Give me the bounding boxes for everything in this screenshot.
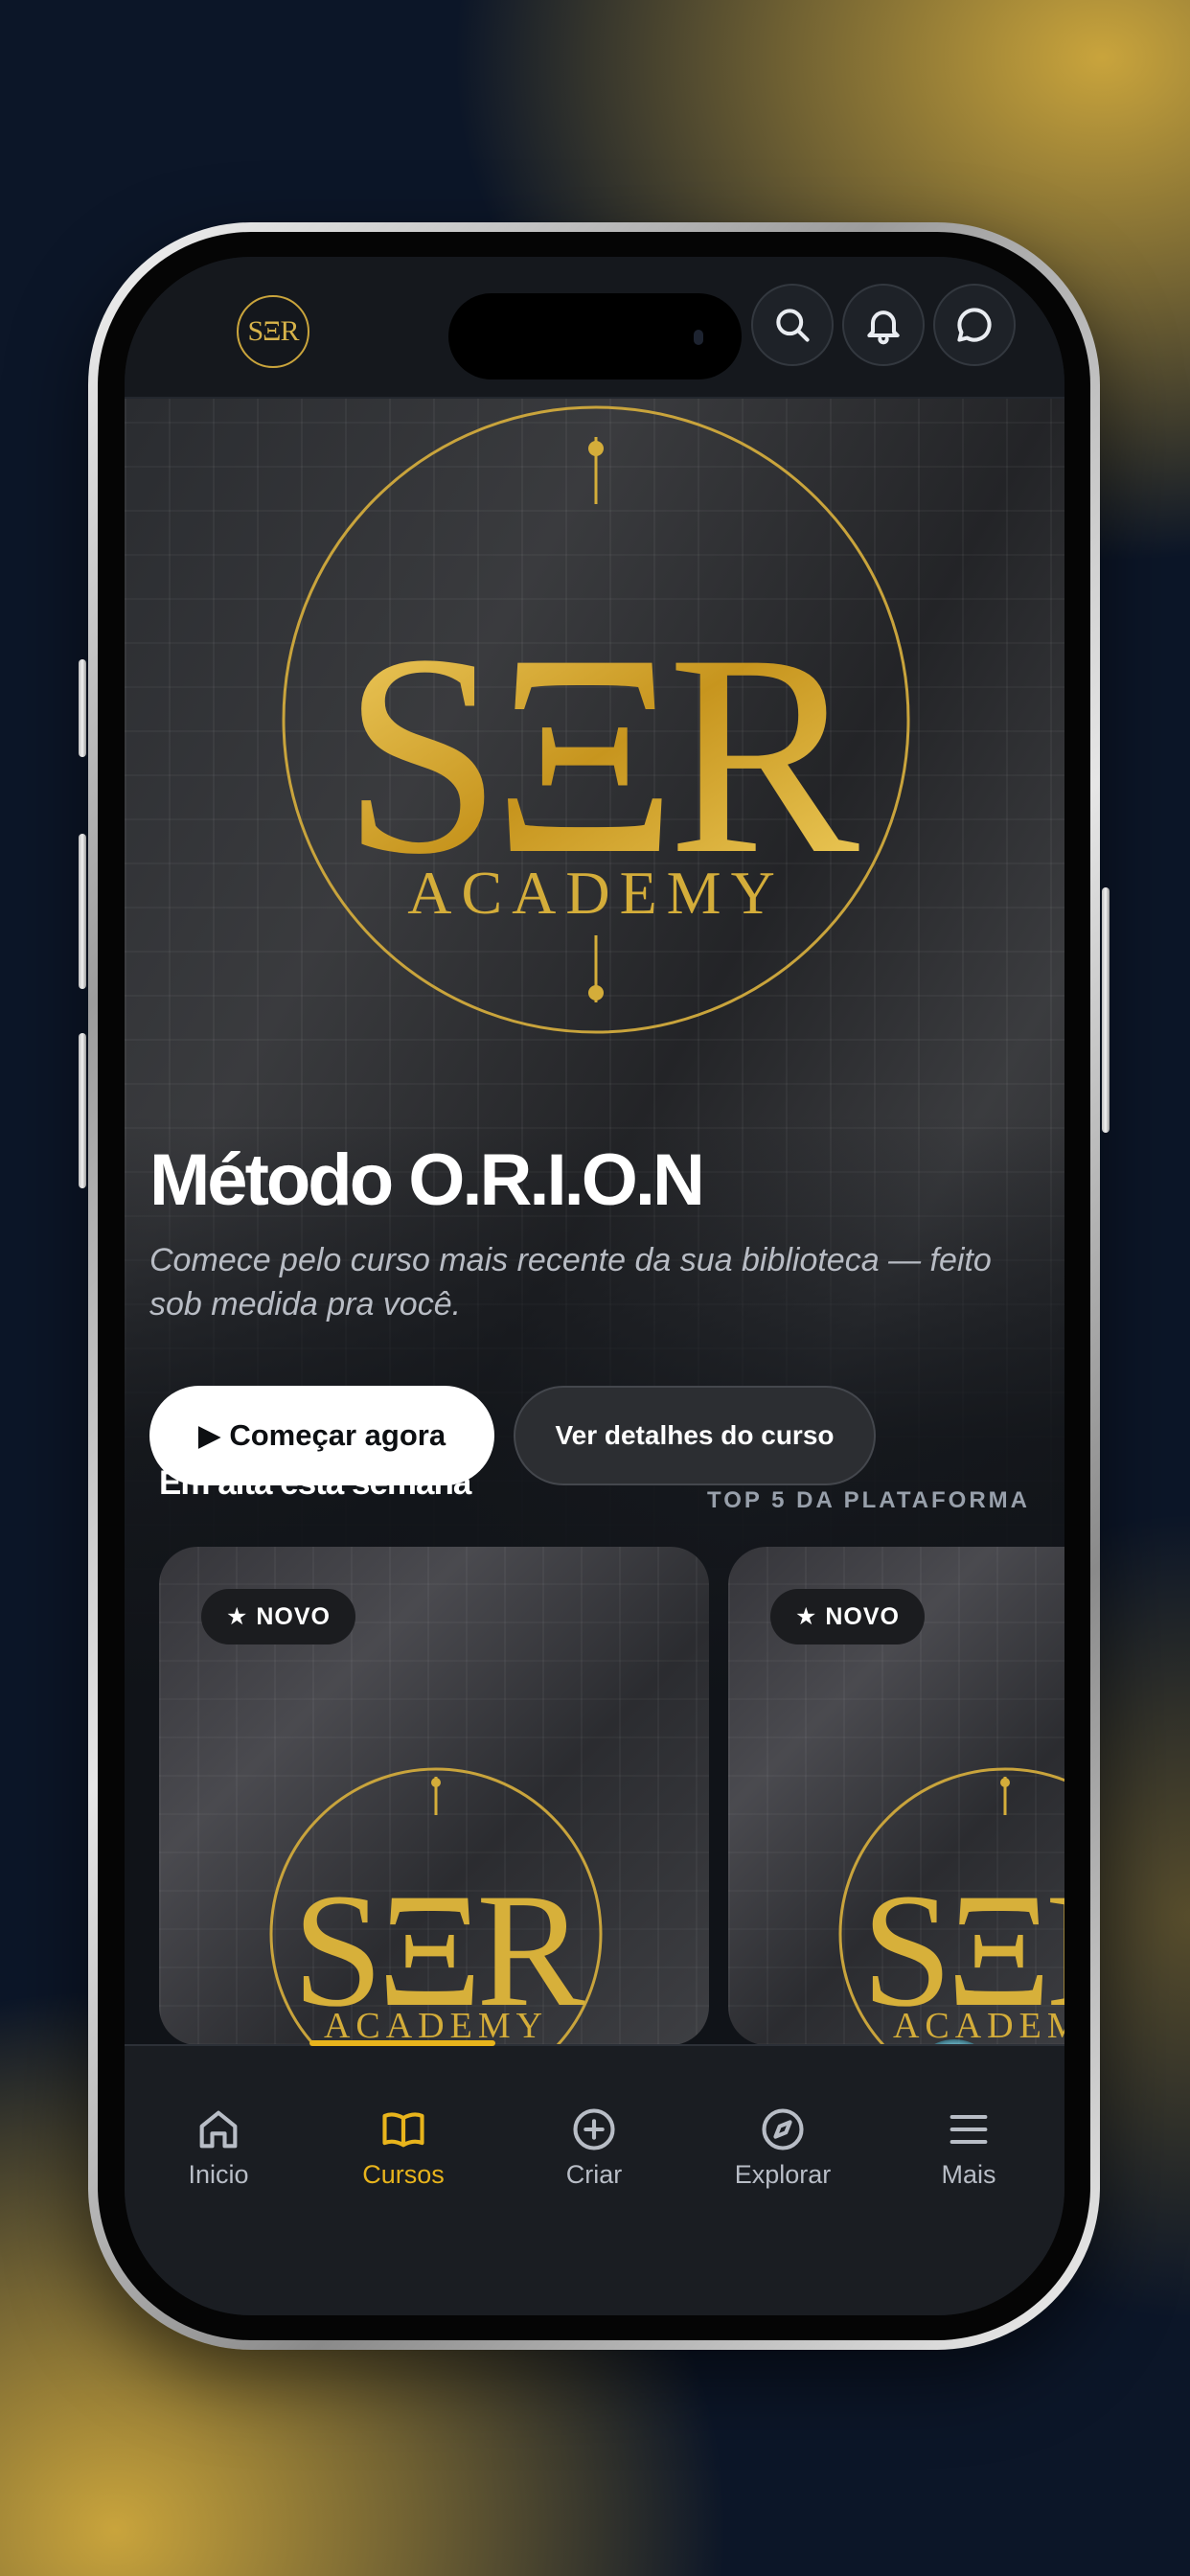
messages-button[interactable] xyxy=(933,284,1016,366)
bottom-tab-bar: Inicio Cursos Criar Explorar Mais xyxy=(125,2040,1064,2315)
tab-label: Mais xyxy=(941,2160,996,2189)
course-title: Método O.R.I.O.N xyxy=(149,1139,705,1221)
volume-up-button xyxy=(79,834,86,989)
tab-cursos[interactable]: Cursos xyxy=(309,2046,497,2190)
tab-label: Explorar xyxy=(734,2160,832,2189)
hero-academy-logo: SΞR ACADEMY xyxy=(282,405,910,1034)
course-card[interactable]: ★ NOVO SΞR ACADEMY xyxy=(159,1547,709,2045)
volume-down-button xyxy=(79,1033,86,1188)
card-academy-logo: SΞR ACADEMY xyxy=(838,1767,1064,2045)
app-header: SΞR xyxy=(125,257,1064,399)
chat-icon xyxy=(957,308,992,342)
tab-label: Criar xyxy=(565,2160,623,2189)
bell-icon xyxy=(867,310,900,345)
hero-logo-sub: ACADEMY xyxy=(407,859,785,927)
tab-mais[interactable]: Mais xyxy=(875,2046,1063,2190)
compass-icon xyxy=(762,2108,804,2150)
course-subtitle: Comece pelo curso mais recente da sua bi… xyxy=(149,1242,992,1322)
search-button[interactable] xyxy=(751,284,834,366)
book-icon xyxy=(382,2112,424,2148)
search-icon xyxy=(776,309,810,342)
course-details-button[interactable]: Ver detalhes do curso xyxy=(514,1386,876,1485)
tab-criar[interactable]: Criar xyxy=(500,2046,688,2190)
dynamic-island xyxy=(448,293,742,380)
card-academy-logo: SΞR ACADEMY xyxy=(269,1767,603,2045)
menu-icon xyxy=(950,2114,988,2145)
power-button xyxy=(1102,887,1110,1133)
tab-label: Cursos xyxy=(362,2160,445,2189)
home-icon xyxy=(199,2110,238,2149)
tab-label: Inicio xyxy=(188,2160,249,2189)
app-screen: SΞR ACADEMY Método O.R.I.O.N Comece pelo… xyxy=(125,257,1064,2315)
app-logo-text: SΞR xyxy=(247,315,300,347)
tab-inicio[interactable]: Inicio xyxy=(125,2046,312,2190)
notifications-button[interactable] xyxy=(842,284,925,366)
trending-section-title: Em alta esta semana xyxy=(159,1464,471,1502)
plus-circle-icon xyxy=(573,2108,615,2150)
card-logo-sub: ACADEMY xyxy=(893,2006,1064,2045)
app-logo[interactable]: SΞR xyxy=(237,295,309,368)
camera-dot xyxy=(694,330,703,345)
top5-link[interactable]: TOP 5 DA PLATAFORMA xyxy=(707,1487,1030,1514)
tab-explorar[interactable]: Explorar xyxy=(689,2046,877,2190)
course-card[interactable]: ★ NOVO SΞR ACADEMY xyxy=(728,1547,1064,2045)
action-button xyxy=(79,659,86,757)
card-logo-sub: ACADEMY xyxy=(324,2006,548,2045)
